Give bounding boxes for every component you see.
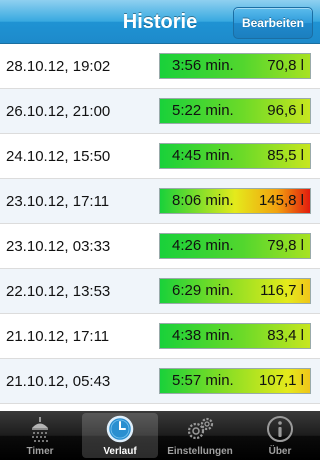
row-volume: 96,6 l — [267, 102, 304, 119]
tab-label: Über — [268, 446, 292, 457]
row-duration: 5:57 min. — [172, 372, 234, 389]
row-volume: 83,4 l — [267, 327, 304, 344]
row-duration: 6:29 min. — [172, 282, 234, 299]
history-row[interactable]: 21.10.12, 05:43 5:57 min. 107,1 l — [0, 359, 320, 404]
row-duration: 4:45 min. — [172, 147, 234, 164]
row-duration: 3:56 min. — [172, 57, 234, 74]
history-row[interactable]: 28.10.12, 19:02 3:56 min. 70,8 l — [0, 44, 320, 89]
info-icon — [267, 416, 293, 442]
row-duration: 5:22 min. — [172, 102, 234, 119]
usage-bar: 3:56 min. 70,8 l — [159, 53, 311, 79]
usage-bar: 4:26 min. 79,8 l — [159, 233, 311, 259]
row-date: 23.10.12, 03:33 — [6, 238, 111, 255]
tab-verlauf[interactable]: Verlauf — [80, 411, 160, 460]
row-date: 24.10.12, 15:50 — [6, 148, 111, 165]
tab-einstellungen[interactable]: Einstellungen — [160, 411, 240, 460]
row-date: 21.10.12, 05:43 — [6, 373, 111, 390]
row-volume: 107,1 l — [258, 372, 304, 389]
history-row[interactable]: 23.10.12, 03:33 4:26 min. 79,8 l — [0, 224, 320, 269]
row-duration: 8:06 min. — [172, 192, 234, 209]
history-row[interactable]: 23.10.12, 17:11 8:06 min. 145,8 l — [0, 179, 320, 224]
edit-button[interactable]: Bearbeiten — [232, 7, 313, 39]
usage-bar: 8:06 min. 145,8 l — [159, 188, 311, 214]
tab-label: Einstellungen — [167, 446, 233, 457]
history-row[interactable]: 26.10.12, 21:00 5:22 min. 96,6 l — [0, 89, 320, 134]
tab-bar: Timer Verlauf Einstellungen Über — [0, 411, 320, 460]
gears-icon — [187, 417, 214, 440]
tab-timer[interactable]: Timer — [0, 411, 80, 460]
history-row[interactable]: 22.10.12, 13:53 6:29 min. 116,7 l — [0, 269, 320, 314]
row-date: 23.10.12, 17:11 — [6, 193, 110, 210]
row-duration: 4:38 min. — [172, 327, 234, 344]
history-row[interactable]: 21.10.12, 17:11 4:38 min. 83,4 l — [0, 314, 320, 359]
row-duration: 4:26 min. — [172, 237, 234, 254]
usage-bar: 4:45 min. 85,5 l — [159, 143, 311, 169]
usage-bar: 5:22 min. 96,6 l — [159, 98, 311, 124]
clock-icon — [106, 415, 134, 443]
tab-label: Verlauf — [103, 446, 137, 457]
usage-bar: 4:38 min. 83,4 l — [159, 323, 311, 349]
navigation-bar: Historie Bearbeiten — [0, 0, 320, 44]
row-volume: 79,8 l — [267, 237, 304, 254]
history-list[interactable]: 28.10.12, 19:02 3:56 min. 70,8 l 26.10.1… — [0, 44, 320, 411]
row-date: 21.10.12, 17:11 — [6, 328, 110, 345]
usage-bar: 5:57 min. 107,1 l — [159, 368, 311, 394]
row-volume: 116,7 l — [260, 282, 304, 299]
tab-ueber[interactable]: Über — [240, 411, 320, 460]
history-row-partial[interactable] — [0, 404, 320, 411]
row-date: 28.10.12, 19:02 — [6, 58, 111, 75]
row-date: 22.10.12, 13:53 — [6, 283, 111, 300]
row-volume: 145,8 l — [258, 192, 304, 209]
row-date: 26.10.12, 21:00 — [6, 103, 111, 120]
tab-label: Timer — [26, 446, 54, 457]
history-row[interactable]: 24.10.12, 15:50 4:45 min. 85,5 l — [0, 134, 320, 179]
row-volume: 70,8 l — [267, 57, 304, 74]
usage-bar: 6:29 min. 116,7 l — [159, 278, 311, 304]
row-volume: 85,5 l — [267, 147, 304, 164]
shower-icon — [32, 417, 48, 442]
